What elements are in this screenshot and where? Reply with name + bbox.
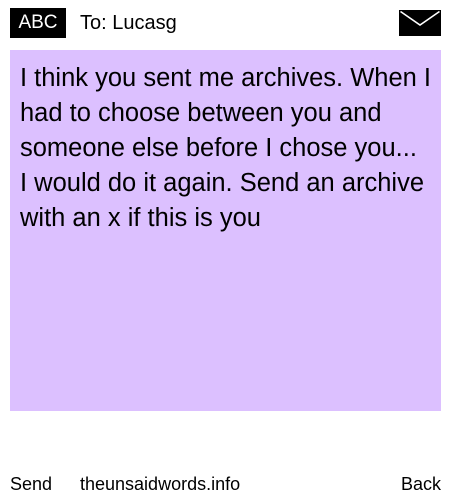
message-body: I think you sent me archives. When I had… <box>10 50 441 411</box>
back-button[interactable]: Back <box>401 470 441 498</box>
input-mode-badge: ABC <box>10 8 66 38</box>
message-text: I think you sent me archives. When I had… <box>20 64 432 232</box>
recipient-label: To: Lucasg <box>80 12 177 34</box>
send-button[interactable]: Send <box>10 470 52 498</box>
envelope-icon <box>399 10 441 36</box>
footer: Send theunsaidwords.info Back <box>0 470 450 498</box>
site-label: theunsaidwords.info <box>80 474 241 494</box>
header: ABC To: Lucasg <box>0 0 450 46</box>
